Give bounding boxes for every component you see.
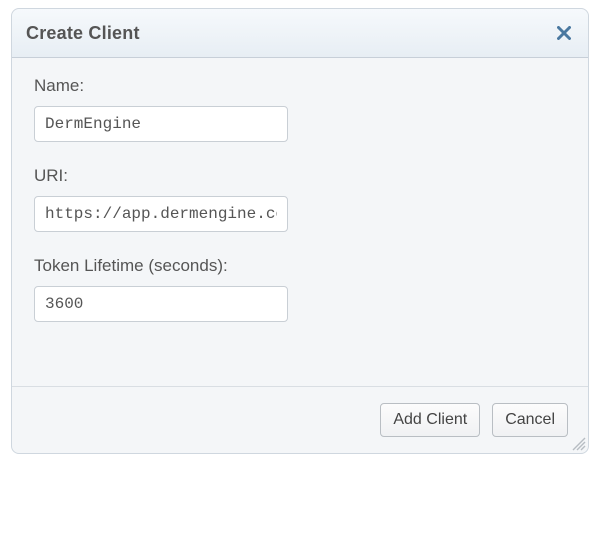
add-client-button[interactable]: Add Client bbox=[380, 403, 480, 437]
create-client-dialog: Create Client Name: URI: Token Lifetime … bbox=[11, 8, 589, 454]
dialog-footer: Add Client Cancel bbox=[12, 387, 588, 453]
field-token-lifetime: Token Lifetime (seconds): bbox=[34, 256, 566, 322]
dialog-title-bar: Create Client bbox=[12, 9, 588, 58]
close-icon bbox=[557, 26, 571, 40]
dialog-body: Name: URI: Token Lifetime (seconds): bbox=[12, 58, 588, 386]
name-label: Name: bbox=[34, 76, 566, 96]
dialog-title: Create Client bbox=[26, 23, 140, 44]
token-lifetime-input[interactable] bbox=[34, 286, 288, 322]
name-input[interactable] bbox=[34, 106, 288, 142]
token-lifetime-label: Token Lifetime (seconds): bbox=[34, 256, 566, 276]
uri-input[interactable] bbox=[34, 196, 288, 232]
uri-label: URI: bbox=[34, 166, 566, 186]
cancel-button[interactable]: Cancel bbox=[492, 403, 568, 437]
field-uri: URI: bbox=[34, 166, 566, 232]
close-button[interactable] bbox=[550, 19, 578, 47]
field-name: Name: bbox=[34, 76, 566, 142]
